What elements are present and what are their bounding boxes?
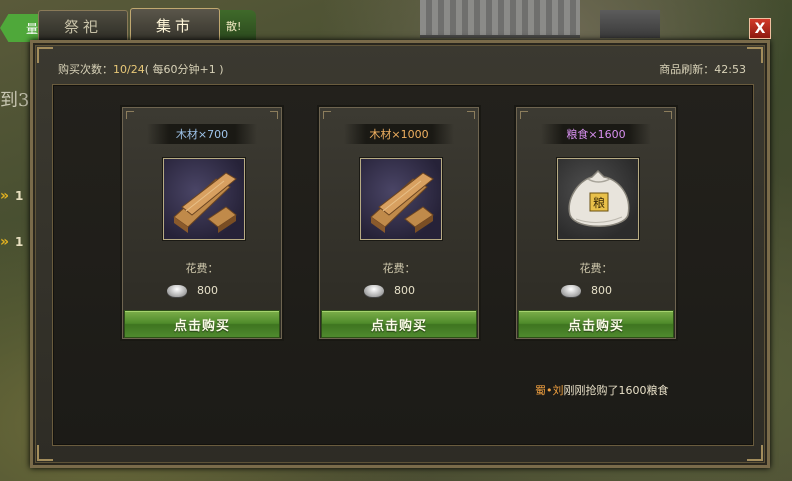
- card-corner-ornament: [126, 111, 134, 119]
- panel-corner-ornament: [37, 445, 53, 461]
- cost-label: 花费：: [185, 262, 219, 275]
- silver-icon: [364, 284, 384, 297]
- background-city-wall: [420, 0, 580, 38]
- cost-label: 花费：: [382, 262, 416, 275]
- sack-label-text: 粮: [593, 195, 605, 210]
- goods-card: 粮食×1600 粮 花费： 800 点击购买: [516, 107, 676, 339]
- goods-card: 木材×1000 花费： 800 点击购买: [319, 107, 479, 339]
- silver-icon: [561, 284, 581, 297]
- background-arrow-count: 1: [15, 189, 24, 203]
- purchase-count-note: ( 每60分钟+1 ): [144, 63, 224, 76]
- ticker-player-name: 蜀•刘: [535, 384, 564, 397]
- goods-name: 木材×1000: [344, 124, 454, 144]
- buy-button[interactable]: 点击购买: [321, 310, 477, 338]
- cost-value: 800: [394, 284, 415, 297]
- refresh-label: 商品刷新：: [659, 63, 715, 76]
- close-button[interactable]: X: [749, 18, 771, 39]
- card-corner-ornament: [664, 111, 672, 119]
- wood-icon: [163, 158, 245, 240]
- refresh-time: 42:53: [714, 63, 746, 76]
- buy-button[interactable]: 点击购买: [518, 310, 674, 338]
- cost-label: 花费：: [579, 262, 613, 275]
- background-green-banner: 量: [0, 14, 42, 42]
- goods-card: 木材×700 花费： 800 点击购买: [122, 107, 282, 339]
- purchase-ticker: 蜀•刘刚刚抢购了1600粮食: [535, 382, 669, 398]
- cost-row: 800: [561, 284, 612, 297]
- background-building: [600, 10, 660, 38]
- purchase-count-value: 10/24: [113, 63, 145, 76]
- tab-extra-fragment: 散!: [220, 10, 256, 40]
- cost-row: 800: [364, 284, 415, 297]
- cost-value: 800: [197, 284, 218, 297]
- background-arrow-icon: » 1: [0, 188, 24, 204]
- tab-market[interactable]: 集市: [130, 8, 220, 41]
- background-arrow-icon: » 1: [0, 234, 24, 250]
- silver-icon: [167, 284, 187, 297]
- wood-icon: [360, 158, 442, 240]
- ticker-message: 刚刚抢购了1600粮食: [563, 384, 669, 397]
- panel-corner-ornament: [37, 47, 53, 63]
- cost-row: 800: [167, 284, 218, 297]
- goods-name: 木材×700: [147, 124, 257, 144]
- panel-corner-ornament: [747, 47, 763, 63]
- goods-name: 粮食×1600: [541, 124, 651, 144]
- background-arrow-count: 1: [15, 235, 24, 249]
- purchase-count: 购买次数：10/24( 每60分钟+1 ): [58, 61, 224, 77]
- purchase-count-label: 购买次数：: [58, 63, 113, 76]
- card-corner-ornament: [520, 111, 528, 119]
- refresh-timer: 商品刷新：42:53: [659, 61, 746, 77]
- card-corner-ornament: [270, 111, 278, 119]
- card-corner-ornament: [467, 111, 475, 119]
- buy-button[interactable]: 点击购买: [124, 310, 280, 338]
- panel-corner-ornament: [747, 445, 763, 461]
- background-banner-text: 量: [26, 22, 39, 36]
- grain-sack-icon: 粮: [557, 158, 639, 240]
- tab-sacrifice[interactable]: 祭祀: [38, 10, 128, 41]
- card-corner-ornament: [323, 111, 331, 119]
- cost-value: 800: [591, 284, 612, 297]
